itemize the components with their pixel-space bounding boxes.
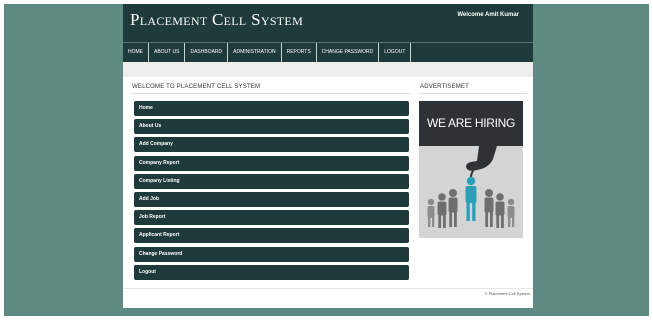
menu-logout-button[interactable]: Logout bbox=[134, 264, 409, 280]
top-navigation: HOME ABOUT US DASHBOARD ADMINISTRATION R… bbox=[123, 42, 533, 62]
nav-change-password[interactable]: CHANGE PASSWORD bbox=[317, 43, 380, 62]
menu-home-button[interactable]: Home bbox=[134, 101, 409, 116]
nav-home[interactable]: HOME bbox=[123, 43, 149, 62]
page-container: Placement Cell System Welcome Amit Kumar… bbox=[123, 4, 533, 308]
nav-dashboard[interactable]: DASHBOARD bbox=[185, 43, 229, 62]
nav-reports[interactable]: REPORTS bbox=[282, 43, 317, 62]
menu-applicant-report-button[interactable]: Applicant Report bbox=[134, 228, 409, 244]
menu-add-job-button[interactable]: Add Job bbox=[134, 191, 409, 207]
footer-divider bbox=[123, 288, 533, 289]
menu-about-us-button[interactable]: About Us bbox=[134, 119, 409, 135]
advertisement-banner[interactable]: WE ARE HIRING bbox=[419, 101, 523, 238]
hiring-illustration bbox=[427, 146, 515, 228]
menu-change-password-button[interactable]: Change Password bbox=[134, 246, 409, 262]
browser-viewport: Placement Cell System Welcome Amit Kumar… bbox=[4, 4, 649, 316]
menu-add-company-button[interactable]: Add Company bbox=[134, 137, 409, 153]
site-title: Placement Cell System bbox=[130, 10, 304, 29]
menu-company-listing-button[interactable]: Company Listing bbox=[134, 173, 409, 189]
advertisement-heading: ADVERTISEMET bbox=[420, 84, 469, 90]
divider bbox=[419, 93, 527, 94]
page-title: WELCOME TO PLACEMENT CELL SYSTEM bbox=[132, 84, 261, 90]
nav-about-us[interactable]: ABOUT US bbox=[149, 43, 186, 62]
nav-logout[interactable]: LOGOUT bbox=[379, 43, 412, 62]
divider bbox=[131, 93, 411, 94]
site-header: Placement Cell System Welcome Amit Kumar bbox=[123, 4, 533, 42]
nav-administration[interactable]: ADMINISTRATION bbox=[228, 43, 282, 62]
menu-company-report-button[interactable]: Company Report bbox=[134, 155, 409, 171]
welcome-user-text: Welcome Amit Kumar bbox=[457, 12, 519, 18]
side-menu: Home About Us Add Company Company Report… bbox=[134, 101, 409, 283]
menu-job-report-button[interactable]: Job Report bbox=[134, 210, 409, 226]
sub-header-bar bbox=[123, 62, 533, 77]
copyright-text: © Placement Cell System bbox=[484, 291, 530, 296]
